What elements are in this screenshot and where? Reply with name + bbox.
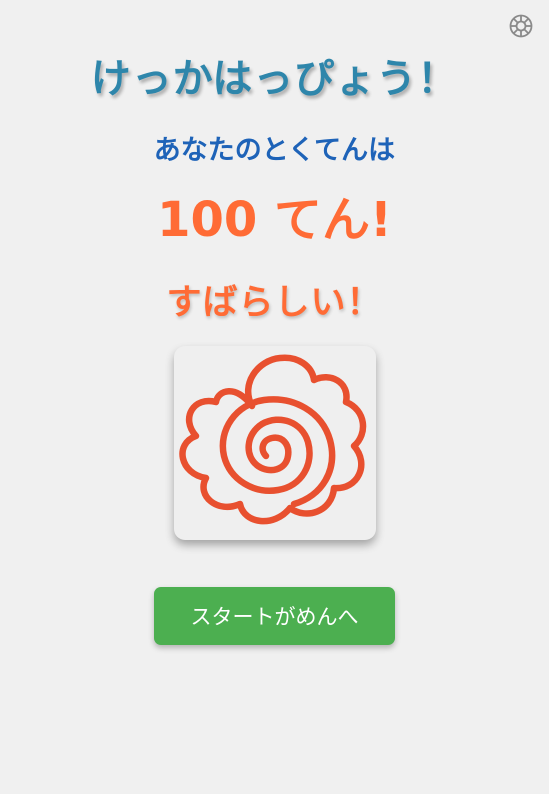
result-screen: けっかはっぴょう！ あなたのとくてんは 100 てん! すばらしい！ スタートが… xyxy=(0,0,549,794)
start-screen-button[interactable]: スタートがめんへ xyxy=(154,587,395,645)
hanamaru-flower-stamp-icon xyxy=(179,354,367,525)
reward-stamp-card xyxy=(174,346,376,540)
score-value: 100 てん! xyxy=(157,192,392,248)
gear-icon xyxy=(508,13,534,39)
praise-message: すばらしい！ xyxy=(166,283,383,323)
settings-button[interactable] xyxy=(508,13,534,39)
score-label: あなたのとくてんは xyxy=(153,135,396,166)
result-title: けっかはっぴょう！ xyxy=(90,56,459,102)
